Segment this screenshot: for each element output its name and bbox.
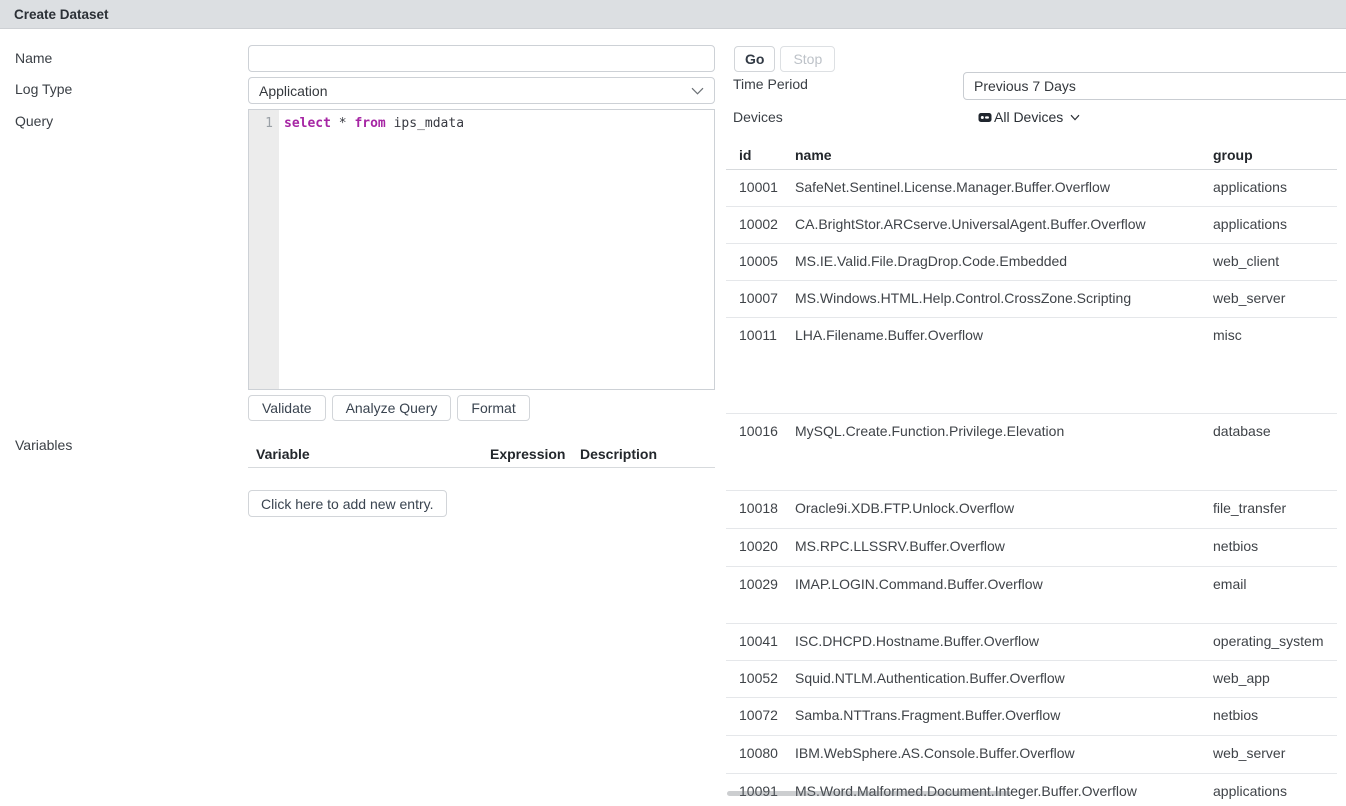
query-label: Query	[15, 113, 53, 129]
cell-id: 10072	[739, 707, 795, 723]
cell-id: 10001	[739, 179, 795, 195]
cell-name: Squid.NTLM.Authentication.Buffer.Overflo…	[795, 670, 1213, 686]
log-type-value: Application	[259, 83, 691, 99]
table-row: 10072 Samba.NTTrans.Fragment.Buffer.Over…	[726, 698, 1337, 736]
cell-name: MS.Windows.HTML.Help.Control.CrossZone.S…	[795, 290, 1213, 306]
results-col-group: group	[1213, 147, 1337, 163]
cell-id: 10052	[739, 670, 795, 686]
dialog-title: Create Dataset	[14, 7, 109, 22]
table-row: 10020 MS.RPC.LLSSRV.Buffer.Overflow netb…	[726, 529, 1337, 567]
sql-keyword: select	[284, 116, 331, 131]
cell-group: database	[1213, 423, 1337, 439]
format-button[interactable]: Format	[457, 395, 529, 421]
line-number: 1	[249, 115, 273, 133]
variables-col-expression: Expression	[490, 446, 580, 462]
cell-id: 10080	[739, 745, 795, 761]
cell-name: MS.RPC.LLSSRV.Buffer.Overflow	[795, 538, 1213, 554]
devices-value: All Devices	[994, 109, 1063, 125]
table-row: 10001 SafeNet.Sentinel.License.Manager.B…	[726, 170, 1337, 207]
cell-name: LHA.Filename.Buffer.Overflow	[795, 327, 1213, 343]
create-dataset-dialog: Create Dataset Name Log Type Application…	[0, 0, 1346, 806]
cell-name: CA.BrightStor.ARCserve.UniversalAgent.Bu…	[795, 216, 1213, 232]
log-type-label: Log Type	[15, 81, 72, 97]
cell-group: web_server	[1213, 290, 1337, 306]
variables-table-header: Variable Expression Description	[248, 441, 715, 468]
cell-name: MS.IE.Valid.File.DragDrop.Code.Embedded	[795, 253, 1213, 269]
table-row: 10011 LHA.Filename.Buffer.Overflow misc	[726, 318, 1337, 414]
table-row: 10029 IMAP.LOGIN.Command.Buffer.Overflow…	[726, 567, 1337, 624]
cell-group: applications	[1213, 783, 1337, 799]
cell-name: ISC.DHCPD.Hostname.Buffer.Overflow	[795, 633, 1213, 649]
cell-id: 10007	[739, 290, 795, 306]
cell-name: SafeNet.Sentinel.License.Manager.Buffer.…	[795, 179, 1213, 195]
cell-id: 10020	[739, 538, 795, 554]
chevron-down-icon	[1070, 114, 1080, 121]
go-button[interactable]: Go	[734, 46, 775, 72]
chevron-down-icon	[691, 87, 704, 95]
variables-col-description: Description	[580, 446, 715, 462]
table-row: 10016 MySQL.Create.Function.Privilege.El…	[726, 414, 1337, 491]
table-row: 10002 CA.BrightStor.ARCserve.UniversalAg…	[726, 207, 1337, 244]
cell-group: email	[1213, 576, 1337, 592]
validate-button[interactable]: Validate	[248, 395, 326, 421]
cell-name: IMAP.LOGIN.Command.Buffer.Overflow	[795, 576, 1213, 592]
cell-name: MySQL.Create.Function.Privilege.Elevatio…	[795, 423, 1213, 439]
cell-group: netbios	[1213, 538, 1337, 554]
horizontal-scrollbar-thumb[interactable]	[727, 791, 1011, 796]
results-col-name: name	[795, 147, 1213, 163]
cell-id: 10005	[739, 253, 795, 269]
run-controls: Go Stop	[734, 46, 835, 72]
results-table-header: id name group	[726, 140, 1337, 170]
cell-group: operating_system	[1213, 633, 1337, 649]
cell-id: 10016	[739, 423, 795, 439]
editor-code-line: select * from ips_mdata	[279, 110, 714, 389]
sql-keyword: from	[354, 116, 385, 131]
cell-name: Samba.NTTrans.Fragment.Buffer.Overflow	[795, 707, 1213, 723]
cell-group: netbios	[1213, 707, 1337, 723]
table-row: 10091 MS.Word.Malformed.Document.Integer…	[726, 774, 1337, 806]
name-input[interactable]	[248, 45, 715, 72]
devices-label: Devices	[733, 109, 783, 125]
cell-name: IBM.WebSphere.AS.Console.Buffer.Overflow	[795, 745, 1213, 761]
query-actions: Validate Analyze Query Format	[248, 395, 530, 421]
cell-group: file_transfer	[1213, 500, 1337, 516]
cell-group: web_app	[1213, 670, 1337, 686]
cell-group: web_client	[1213, 253, 1337, 269]
device-icon	[978, 112, 992, 123]
analyze-query-button[interactable]: Analyze Query	[332, 395, 452, 421]
sql-text: *	[331, 116, 354, 131]
table-row: 10007 MS.Windows.HTML.Help.Control.Cross…	[726, 281, 1337, 318]
dialog-titlebar: Create Dataset	[0, 0, 1346, 29]
devices-dropdown[interactable]: All Devices	[978, 108, 1080, 126]
query-code-editor[interactable]: 1 select * from ips_mdata	[248, 109, 715, 390]
table-row: 10005 MS.IE.Valid.File.DragDrop.Code.Emb…	[726, 244, 1337, 281]
cell-id: 10002	[739, 216, 795, 232]
time-period-input[interactable]	[963, 72, 1346, 100]
table-row: 10052 Squid.NTLM.Authentication.Buffer.O…	[726, 661, 1337, 698]
table-row: 10018 Oracle9i.XDB.FTP.Unlock.Overflow f…	[726, 491, 1337, 529]
cell-id: 10029	[739, 576, 795, 592]
cell-name: Oracle9i.XDB.FTP.Unlock.Overflow	[795, 500, 1213, 516]
table-row: 10080 IBM.WebSphere.AS.Console.Buffer.Ov…	[726, 736, 1337, 774]
cell-id: 10018	[739, 500, 795, 516]
editor-gutter: 1	[249, 110, 279, 389]
results-table-body: 10001 SafeNet.Sentinel.License.Manager.B…	[726, 170, 1337, 806]
time-period-label: Time Period	[733, 76, 808, 92]
name-label: Name	[15, 50, 52, 66]
cell-id: 10041	[739, 633, 795, 649]
variables-col-variable: Variable	[248, 446, 490, 462]
sql-text: ips_mdata	[386, 116, 464, 131]
results-col-id: id	[739, 147, 795, 163]
cell-group: applications	[1213, 179, 1337, 195]
variables-label: Variables	[15, 437, 72, 453]
log-type-select[interactable]: Application	[248, 77, 715, 104]
cell-group: misc	[1213, 327, 1337, 343]
cell-group: web_server	[1213, 745, 1337, 761]
stop-button[interactable]: Stop	[780, 46, 835, 72]
cell-id: 10011	[739, 327, 795, 343]
table-row: 10041 ISC.DHCPD.Hostname.Buffer.Overflow…	[726, 624, 1337, 661]
add-variable-button[interactable]: Click here to add new entry.	[248, 490, 447, 517]
cell-group: applications	[1213, 216, 1337, 232]
